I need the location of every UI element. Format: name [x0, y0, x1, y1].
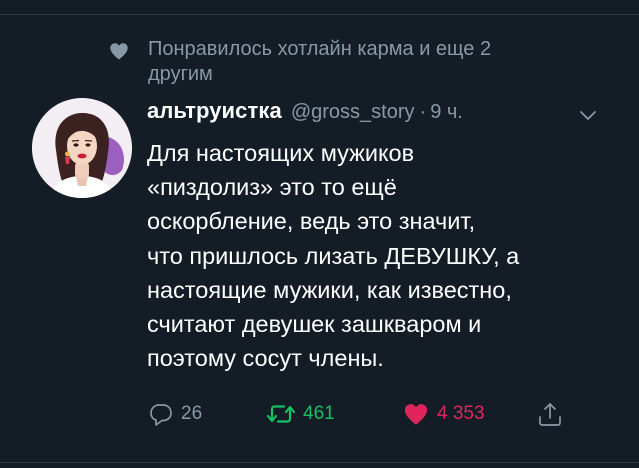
top-divider	[0, 14, 639, 15]
retweet-icon	[266, 405, 296, 423]
retweet-button[interactable]: 461	[265, 399, 335, 429]
tweet-text: Для настоящих мужиков «пиздолиз» это то …	[147, 140, 520, 372]
display-name[interactable]: альтруистка	[147, 98, 282, 124]
share-icon	[539, 403, 561, 426]
reply-button[interactable]: 26	[147, 399, 202, 429]
timestamp[interactable]: 9 ч.	[430, 101, 463, 124]
tweet-actions: 26 461 4 353	[147, 399, 577, 429]
reply-count: 26	[181, 403, 203, 424]
share-button[interactable]	[537, 399, 563, 429]
social-context-text: Понравилось хотлайн карма и еще 2 другим	[148, 38, 492, 85]
tweet-header: альтруистка @gross_story · 9 ч.	[147, 98, 607, 128]
like-count: 4 353	[437, 403, 485, 424]
retweet-count: 461	[303, 403, 335, 424]
reply-icon	[150, 404, 172, 426]
like-button[interactable]: 4 353	[401, 399, 485, 429]
avatar[interactable]	[32, 98, 132, 198]
user-handle[interactable]: @gross_story	[291, 101, 415, 124]
tweet-screen: Понравилось хотлайн карма и еще 2 другим	[0, 0, 639, 468]
separator-dot: ·	[419, 101, 427, 123]
bottom-divider	[0, 462, 639, 463]
avatar-photo	[32, 98, 132, 198]
chevron-down-icon[interactable]	[578, 108, 598, 122]
heart-filled-icon	[404, 404, 428, 425]
heart-icon	[110, 43, 128, 60]
social-context[interactable]: Понравилось хотлайн карма и еще 2 другим	[108, 37, 568, 87]
